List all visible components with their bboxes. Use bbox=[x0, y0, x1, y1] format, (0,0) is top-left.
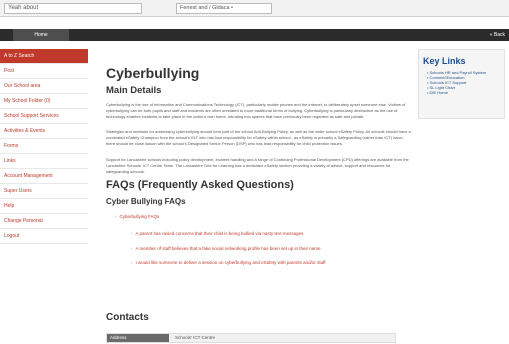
sidebar-item-my-school-folder[interactable]: My School Folder (0) bbox=[0, 94, 88, 109]
key-links-panel: Key Links Schools HR and Payroll System … bbox=[418, 49, 505, 119]
sidebar-item-activities-events[interactable]: Activities & Events bbox=[0, 124, 88, 139]
arrow-icon: › bbox=[131, 246, 133, 251]
contacts-heading: Contacts bbox=[106, 312, 149, 323]
contact-value: Schools' ICT Centre bbox=[175, 335, 216, 340]
arrow-icon: › bbox=[131, 231, 133, 236]
sidebar-item-our-school-area[interactable]: Our School area bbox=[0, 79, 88, 94]
faq-item-link[interactable]: › A parent has raised concerns that their… bbox=[131, 231, 303, 236]
sidebar-item-logout[interactable]: Logout bbox=[0, 229, 88, 244]
faq-item-link[interactable]: › A member of staff believes that a fake … bbox=[131, 246, 321, 251]
cyber-bullying-faqs-heading: Cyber Bullying FAQs bbox=[106, 197, 186, 206]
faq-root-link[interactable]: › Cyberbullying FAQs bbox=[115, 214, 159, 219]
browser-top-bar: Yeah about Fenest and / Gldaca • bbox=[0, 0, 509, 17]
sidebar-item-a-to-z-search[interactable]: A to Z Search bbox=[0, 49, 88, 64]
intro-paragraph: Cyberbullying is the use of Information … bbox=[106, 102, 406, 119]
faqs-heading: FAQs (Frequently Asked Questions) bbox=[106, 179, 294, 191]
faq-item-label: A member of staff believes that a fake s… bbox=[135, 246, 321, 251]
arrow-icon: › bbox=[115, 214, 117, 219]
key-links-list: Schools HR and Payroll System Connect2Ed… bbox=[427, 70, 504, 95]
sidebar-item-account-management[interactable]: Account Management bbox=[0, 169, 88, 184]
home-tab[interactable]: Home bbox=[13, 29, 69, 41]
back-link[interactable]: « Back bbox=[490, 29, 505, 41]
faq-item-label: I would like someone to deliver a sessio… bbox=[135, 260, 326, 265]
sidebar-item-school-support-services[interactable]: School Support Services bbox=[0, 109, 88, 124]
support-paragraph: Support for Lancashire schools including… bbox=[106, 157, 409, 174]
location-selector[interactable]: Fenest and / Gldaca • bbox=[176, 3, 272, 14]
key-link-item[interactable]: DfE Home bbox=[427, 90, 504, 95]
key-links-title: Key Links bbox=[423, 56, 466, 66]
main-details-heading: Main Details bbox=[106, 85, 162, 96]
search-input[interactable]: Yeah about bbox=[4, 3, 142, 14]
contacts-row: Address Schools' ICT Centre bbox=[106, 333, 396, 343]
sidebar-menu: A to Z Search Post Our School area My Sc… bbox=[0, 49, 88, 244]
main-nav-bar: Home « Back bbox=[0, 29, 509, 41]
sidebar-item-super-users[interactable]: Super Users bbox=[0, 184, 88, 199]
contact-label: Address bbox=[107, 334, 169, 342]
faq-item-label: A parent has raised concerns that their … bbox=[135, 231, 304, 236]
sidebar-item-help[interactable]: Help bbox=[0, 199, 88, 214]
sidebar-item-forms[interactable]: Forms bbox=[0, 139, 88, 154]
page-title: Cyberbullying bbox=[106, 65, 200, 81]
arrow-icon: › bbox=[131, 260, 133, 265]
sidebar-item-links[interactable]: Links bbox=[0, 154, 88, 169]
sidebar-item-change-personal[interactable]: Change Personal bbox=[0, 214, 88, 229]
sidebar-item-post[interactable]: Post bbox=[0, 64, 88, 79]
strategies-paragraph: Strategies and methods for addressing cy… bbox=[106, 129, 411, 146]
faq-root-label: Cyberbullying FAQs bbox=[119, 214, 160, 219]
faq-item-link[interactable]: › I would like someone to deliver a sessi… bbox=[131, 260, 326, 265]
